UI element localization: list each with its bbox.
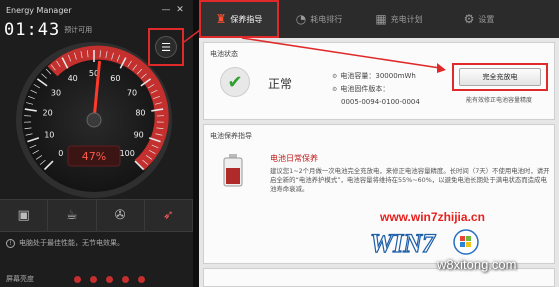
gauge-tick-label: 10 [44, 131, 54, 140]
percent-label: 47% [82, 150, 106, 163]
tab-label: 保养指导 [230, 14, 263, 24]
brightness-dot[interactable] [138, 275, 145, 283]
chart-icon: ◔ [295, 12, 307, 26]
gauge-tick-label: 40 [68, 74, 78, 83]
brightness-dot[interactable] [74, 275, 81, 283]
firmware-value: 0005-0094-0100-0004 [341, 98, 420, 106]
calendar-icon: ▦ [375, 12, 387, 26]
section-title: 电池状态 [210, 50, 238, 58]
gauge-tick-label: 0 [58, 149, 63, 158]
nav-bar: ♜ 保养指导 ◔ 耗电排行 ▦ 充电计划 ⚙ 设置 [199, 0, 559, 38]
care-text: 建议您1~2个月做一次电池完全充放电，来修正电池容量精度。长时间（7天）不使用电… [270, 167, 550, 193]
tab-power-ranking[interactable]: ◔ 耗电排行 [279, 0, 359, 38]
gauge-tick-label: 70 [127, 88, 137, 97]
battery-info: ⚙ 电池容量：30000mWh ⚙ 电池固件版本： 0005-0094-0100-0… [332, 70, 420, 108]
calibrate-highlight: 完全充放电 [452, 63, 548, 91]
brightness-dot[interactable] [106, 275, 113, 283]
performance-tip: ! 电脑处于最佳性能，无节电效果。 [6, 238, 124, 248]
app-title: Energy Manager [6, 5, 72, 15]
presentation-mode-icon[interactable]: ▣ [0, 200, 49, 231]
tab-care-guide[interactable]: ♜ 保养指导 [199, 0, 279, 38]
tab-label: 设置 [478, 14, 495, 24]
info-icon: ⚙ [332, 73, 338, 80]
brightness-row: 屏幕亮度 [6, 274, 191, 284]
watermark-site: w8xitong.com [437, 257, 517, 272]
full-charge-discharge-button[interactable]: 完全充放电 [459, 68, 541, 86]
care-title: 电池日常保养 [270, 154, 318, 163]
brightness-dot[interactable] [122, 275, 129, 283]
menu-button[interactable]: ☰ [148, 28, 184, 66]
mode-bar: ▣ ☕ ✇ ➶ [0, 199, 193, 232]
tab-label: 充电计划 [390, 14, 423, 24]
gauge-tick-label: 20 [42, 109, 52, 118]
close-button[interactable]: ✕ [173, 5, 187, 15]
list-icon: ☰ [155, 36, 177, 58]
battery-care-icon: ♜ [215, 12, 227, 26]
capacity-label: 电池容量：30000mWh [340, 72, 416, 80]
title-bar: Energy Manager — ✕ [0, 0, 193, 20]
gauge-tick-label: 30 [51, 88, 61, 97]
check-icon: ✔ [220, 67, 250, 97]
brightness-dot[interactable] [90, 275, 97, 283]
tab-settings[interactable]: ⚙ 设置 [439, 0, 519, 38]
tab-label: 耗电排行 [310, 14, 343, 24]
brightness-dots[interactable] [74, 275, 145, 283]
calibrate-note: 能有效修正电池容量精度 [466, 97, 533, 104]
tab-charge-plan[interactable]: ▦ 充电计划 [359, 0, 439, 38]
battery-icon [223, 154, 243, 187]
gear-icon: ⚙ [463, 12, 475, 26]
battery-state: 正常 [268, 77, 293, 91]
battery-status-section: 电池状态 ✔ 正常 ⚙ 电池容量：30000mWh ⚙ 电池固件版本： 0005-0… [203, 42, 555, 120]
gauge-tick-label: 60 [110, 74, 120, 83]
info-icon: ⚙ [332, 86, 338, 93]
svg-text:WIN7: WIN7 [370, 229, 436, 258]
gauge-panel: Energy Manager — ✕ 01:43 预计可用 0 10 20 30 40 5… [0, 0, 193, 287]
gauge-tick-label: 100 [120, 149, 135, 158]
gauge-hub [86, 112, 102, 128]
film-icon[interactable]: ✇ [97, 200, 145, 231]
minimize-button[interactable]: — [159, 5, 173, 15]
watermark-url: www.win7zhijia.cn [380, 210, 485, 224]
cup-icon[interactable]: ☕ [48, 200, 97, 231]
gauge-tick-label: 80 [135, 109, 145, 118]
firmware-label: 电池固件版本： [340, 85, 390, 93]
section-title: 电池保养指导 [210, 132, 252, 140]
tip-text: 电脑处于最佳性能，无节电效果。 [19, 239, 124, 247]
brightness-label: 屏幕亮度 [6, 275, 34, 283]
info-icon: ! [6, 238, 15, 248]
win7-logo: WIN7 [369, 228, 479, 258]
gauge-tick-label: 90 [134, 131, 144, 140]
rocket-icon[interactable]: ➶ [145, 200, 193, 231]
